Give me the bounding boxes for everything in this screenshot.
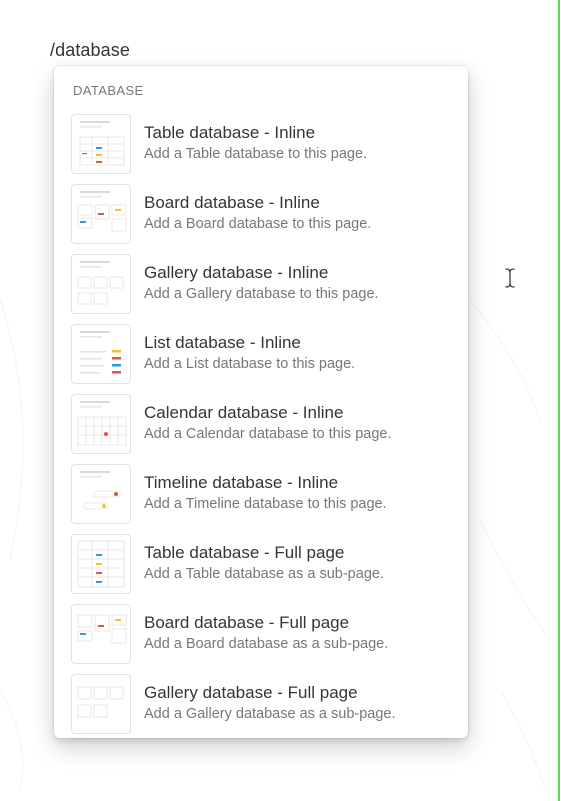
item-title: Gallery database - Full page	[144, 683, 358, 702]
item-title: Board database - Full page	[144, 613, 350, 632]
gallery-thumbnail-icon	[71, 674, 131, 734]
item-title: Table database - Inline	[144, 123, 316, 142]
item-description: Add a Board database to this page.	[144, 216, 372, 232]
list-thumbnail-icon	[71, 324, 131, 384]
timeline-thumbnail-icon	[71, 464, 131, 524]
menu-item-board-full-page[interactable]: Board database - Full page Add a Board d…	[54, 604, 468, 675]
section-label: DATABASE	[73, 83, 144, 98]
menu-item-table-full-page[interactable]: Table database - Full page Add a Table d…	[54, 534, 468, 605]
table-thumbnail-icon	[71, 114, 131, 174]
item-title: Gallery database - Inline	[144, 263, 329, 282]
slash-command-text[interactable]: /database	[50, 40, 130, 61]
board-thumbnail-icon	[71, 184, 131, 244]
menu-item-list-inline[interactable]: List database - Inline Add a List databa…	[54, 324, 468, 395]
item-title: Table database - Full page	[144, 543, 345, 562]
menu-item-timeline-inline[interactable]: Timeline database - Inline Add a Timelin…	[54, 464, 468, 535]
item-title: Board database - Inline	[144, 193, 320, 212]
database-block-menu: DATABASE Table database - Inline Add a T…	[54, 66, 468, 738]
item-description: Add a Calendar database to this page.	[144, 426, 392, 442]
menu-item-gallery-full-page[interactable]: Gallery database - Full page Add a Galle…	[54, 674, 468, 738]
gallery-thumbnail-icon	[71, 254, 131, 314]
item-title: Timeline database - Inline	[144, 473, 339, 492]
table-thumbnail-icon	[71, 534, 131, 594]
item-title: List database - Inline	[144, 333, 301, 352]
menu-item-board-inline[interactable]: Board database - Inline Add a Board data…	[54, 184, 468, 255]
calendar-thumbnail-icon	[71, 394, 131, 454]
item-description: Add a Table database as a sub-page.	[144, 566, 384, 582]
item-description: Add a Board database as a sub-page.	[144, 636, 389, 652]
item-description: Add a Table database to this page.	[144, 146, 368, 162]
item-description: Add a List database to this page.	[144, 356, 356, 372]
menu-item-calendar-inline[interactable]: Calendar database - Inline Add a Calenda…	[54, 394, 468, 465]
board-thumbnail-icon	[71, 604, 131, 664]
text-cursor-icon	[503, 267, 517, 289]
menu-item-gallery-inline[interactable]: Gallery database - Inline Add a Gallery …	[54, 254, 468, 325]
item-description: Add a Gallery database as a sub-page.	[144, 706, 396, 722]
menu-item-table-inline[interactable]: Table database - Inline Add a Table data…	[54, 114, 468, 185]
item-description: Add a Timeline database to this page.	[144, 496, 387, 512]
item-title: Calendar database - Inline	[144, 403, 344, 422]
editor-edge-line	[558, 0, 560, 801]
item-description: Add a Gallery database to this page.	[144, 286, 379, 302]
